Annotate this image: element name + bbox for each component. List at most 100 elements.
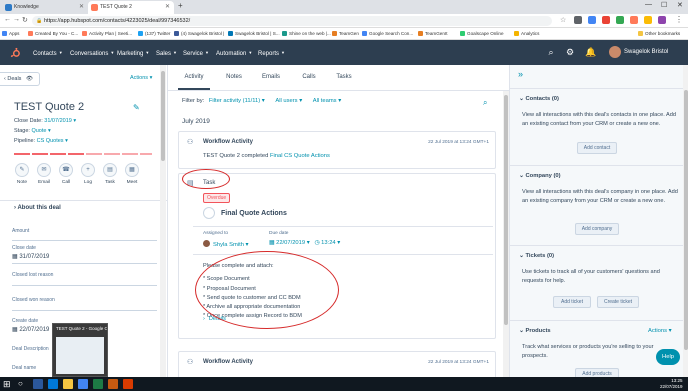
- add-products-button[interactable]: Add products: [575, 368, 619, 377]
- url-input[interactable]: 🔒 https://app.hubspot.com/contacts/42230…: [32, 16, 552, 26]
- tab-calls[interactable]: Calls: [296, 65, 322, 90]
- close-tab-icon[interactable]: ✕: [79, 1, 84, 14]
- bookmark-item[interactable]: TeamGenIt: [418, 28, 447, 40]
- search-icon[interactable]: ⌕: [546, 47, 556, 57]
- task-complete-checkbox[interactable]: [203, 207, 215, 219]
- bookmark-item[interactable]: Shine on the web |...: [282, 28, 331, 40]
- extension-icon[interactable]: [658, 16, 666, 24]
- create-date-field[interactable]: ▦ 22/07/2019: [12, 326, 49, 333]
- tab-tasks[interactable]: Tasks: [330, 65, 358, 90]
- extension-icon[interactable]: [630, 16, 638, 24]
- call-button[interactable]: ☎ Call: [58, 163, 74, 185]
- contacts-section-toggle[interactable]: ⌄ Contacts (0): [519, 96, 559, 102]
- nav-sales[interactable]: Sales ▼: [156, 40, 177, 65]
- products-section-toggle[interactable]: ⌄ Products: [519, 328, 551, 334]
- due-date-picker[interactable]: ▦ 22/07/2019 ▾ ◷ 13:24 ▾: [269, 240, 340, 246]
- windows-start-icon[interactable]: ⊞: [3, 379, 13, 389]
- help-button[interactable]: Help: [656, 349, 680, 365]
- back-arrow-icon[interactable]: ←: [4, 16, 11, 23]
- avatar[interactable]: [609, 46, 621, 58]
- closed-won-field[interactable]: [12, 310, 157, 311]
- tab-emails[interactable]: Emails: [256, 65, 286, 90]
- email-button[interactable]: ✉ Email: [36, 163, 52, 185]
- tickets-section-toggle[interactable]: ⌄ Tickets (0): [519, 253, 554, 259]
- meet-button[interactable]: ▦ Meet: [124, 163, 140, 185]
- scrollbar[interactable]: [160, 65, 166, 377]
- close-date-property[interactable]: Close Date: 31/07/2019 ▾: [14, 118, 76, 124]
- filter-activity-dropdown[interactable]: Filter activity (11/11) ▾: [209, 98, 265, 104]
- all-teams-dropdown[interactable]: All teams ▾: [313, 98, 341, 104]
- nav-conversations[interactable]: Conversations ▼: [70, 40, 114, 65]
- reload-icon[interactable]: ↻: [22, 16, 28, 24]
- task-button[interactable]: ▤ Task: [102, 163, 118, 185]
- menu-dots-icon[interactable]: ⋮: [675, 15, 683, 24]
- close-tab-icon[interactable]: ✕: [165, 1, 170, 14]
- task-view-icon[interactable]: [33, 379, 43, 389]
- outlook-icon[interactable]: [48, 379, 58, 389]
- forward-arrow-icon[interactable]: →: [13, 16, 20, 23]
- bookmark-item[interactable]: Analytics: [514, 28, 539, 40]
- bookmark-item[interactable]: Activity Plan | Seeti...: [82, 28, 132, 40]
- chrome-icon[interactable]: [78, 379, 88, 389]
- powerpoint-icon[interactable]: [108, 379, 118, 389]
- nav-automation[interactable]: Automation ▼: [216, 40, 252, 65]
- bookmark-item[interactable]: Swagelok Bristol | S...: [228, 28, 280, 40]
- nav-reports[interactable]: Reports ▼: [258, 40, 285, 65]
- log-button[interactable]: + Log: [80, 163, 96, 185]
- tab-activity[interactable]: Activity: [178, 65, 210, 90]
- search-icon[interactable]: ○: [18, 379, 28, 389]
- company-section-toggle[interactable]: ⌄ Company (0): [519, 173, 561, 179]
- extension-icon[interactable]: [644, 16, 652, 24]
- file-explorer-icon[interactable]: [63, 379, 73, 389]
- scrollbar-thumb[interactable]: [504, 95, 508, 325]
- scrollbar-thumb[interactable]: [161, 71, 165, 161]
- assignee-dropdown[interactable]: Shyla Smith ▾: [203, 240, 248, 248]
- app-icon[interactable]: [123, 379, 133, 389]
- pencil-icon[interactable]: ✎: [133, 103, 140, 112]
- all-users-dropdown[interactable]: All users ▾: [275, 98, 302, 104]
- note-button[interactable]: ✎ Note: [14, 163, 30, 185]
- extension-icon[interactable]: [588, 16, 596, 24]
- browser-tab-knowledge[interactable]: Knowledge ✕: [2, 1, 88, 14]
- amount-field[interactable]: [12, 240, 157, 241]
- nav-contacts[interactable]: Contacts ▼: [33, 40, 63, 65]
- bookmark-other[interactable]: Other bookmarks: [638, 28, 680, 40]
- products-actions-dropdown[interactable]: Actions ▾: [648, 328, 672, 334]
- search-icon[interactable]: ⌕: [483, 98, 487, 108]
- actions-dropdown[interactable]: Actions ▾: [130, 75, 152, 81]
- task-title[interactable]: Final Quote Actions: [221, 210, 287, 217]
- add-contact-button[interactable]: Add contact: [577, 142, 617, 154]
- about-section-toggle[interactable]: › About this deal: [0, 200, 167, 214]
- close-date-field[interactable]: ▦ 31/07/2019: [12, 253, 49, 260]
- create-ticket-button[interactable]: Create ticket: [597, 296, 639, 308]
- new-tab-button[interactable]: +: [178, 1, 183, 10]
- nav-service[interactable]: Service ▼: [183, 40, 209, 65]
- bell-icon[interactable]: 🔔: [585, 47, 596, 57]
- excel-icon[interactable]: [93, 379, 103, 389]
- maximize-icon[interactable]: ☐: [661, 1, 667, 9]
- stage-property[interactable]: Stage: Quote ▾: [14, 128, 51, 134]
- tab-notes[interactable]: Notes: [220, 65, 248, 90]
- minimize-icon[interactable]: —: [645, 1, 652, 8]
- bookmark-apps[interactable]: Apps: [2, 28, 19, 40]
- extension-icon[interactable]: [574, 16, 582, 24]
- user-menu[interactable]: Swagelok Bristol: [624, 40, 668, 65]
- pipeline-property[interactable]: Pipeline: CS Quotes ▾: [14, 138, 68, 144]
- scrollbar[interactable]: [683, 65, 688, 377]
- bookmark-item[interactable]: Created By You - C...: [28, 28, 78, 40]
- scrollbar-thumb[interactable]: [684, 90, 688, 350]
- extension-icon[interactable]: [616, 16, 624, 24]
- bookmark-item[interactable]: Goalscape Online: [460, 28, 504, 40]
- star-icon[interactable]: ☆: [560, 16, 566, 24]
- add-ticket-button[interactable]: Add ticket: [553, 296, 591, 308]
- hubspot-logo-icon[interactable]: [10, 47, 21, 58]
- workflow-link[interactable]: Final CS Quote Actions: [270, 153, 330, 159]
- bookmark-item[interactable]: (137) Twitter: [138, 28, 170, 40]
- taskbar-window-preview[interactable]: TEST Quote 2 - Google Chrome: [52, 323, 108, 377]
- bookmark-item[interactable]: (4) Swagelok Bristol |: [174, 28, 224, 40]
- window-close-icon[interactable]: ✕: [677, 1, 683, 9]
- extension-icon[interactable]: [602, 16, 610, 24]
- nav-marketing[interactable]: Marketing ▼: [117, 40, 149, 65]
- bookmark-item[interactable]: Google Search Con...: [362, 28, 413, 40]
- gear-icon[interactable]: ⚙: [565, 47, 575, 57]
